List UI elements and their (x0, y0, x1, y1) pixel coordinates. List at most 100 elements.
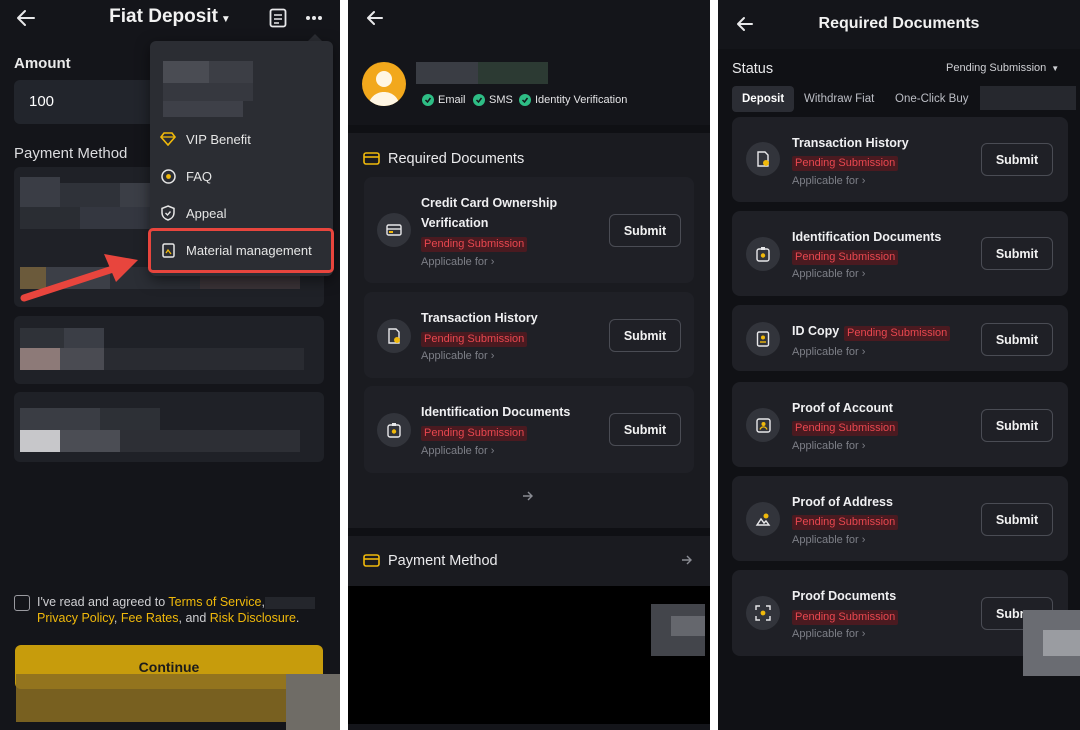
applicable-label: Applicable for (792, 175, 859, 187)
payment-method-option[interactable] (14, 392, 324, 462)
payment-method-label: Payment Method (14, 145, 128, 162)
submit-button[interactable]: Submit (981, 323, 1053, 356)
submit-button[interactable]: Submit (981, 237, 1053, 270)
status-badge-text: Pending Submission (792, 250, 899, 265)
menu-item-appeal[interactable]: Appeal (160, 200, 226, 226)
submit-button[interactable]: Submit (981, 409, 1053, 442)
applicable-for-link[interactable]: Applicable for › (792, 346, 865, 358)
status-label: Status (732, 61, 774, 77)
submit-label: Submit (623, 223, 667, 238)
status-badge: Pending Submission (792, 247, 899, 265)
agree-checkbox[interactable] (14, 595, 30, 611)
payment-method-option[interactable] (14, 316, 324, 384)
applicable-label: Applicable for (792, 534, 859, 546)
submit-label: Subr (996, 606, 1025, 621)
privacy-link[interactable]: Privacy Policy (37, 611, 114, 625)
document-title: Credit Card Ownership Verification (421, 193, 581, 233)
more-icon[interactable] (302, 8, 326, 28)
applicable-label: Applicable for (792, 628, 859, 640)
submit-label: Submit (623, 328, 667, 343)
arrow-right-icon (679, 552, 695, 568)
address-icon (746, 502, 780, 536)
fee-rates-link[interactable]: Fee Rates (121, 611, 179, 625)
submit-label: Submit (623, 422, 667, 437)
applicable-for-link[interactable]: Applicable for › (421, 256, 494, 268)
applicable-label: Applicable for (792, 346, 859, 358)
applicable-label: Applicable for (421, 256, 488, 268)
menu-item-label: Appeal (186, 205, 227, 221)
menu-item-vip-benefit[interactable]: VIP Benefit (160, 126, 251, 152)
tab-label: One-Click Buy (895, 93, 969, 105)
applicable-for-link[interactable]: Applicable for › (792, 175, 865, 187)
document-title: Identification Documents (792, 230, 942, 244)
submit-button[interactable]: Submit (981, 503, 1053, 536)
agreement-and: , and (178, 611, 210, 625)
check-icon (519, 94, 531, 106)
risk-disclosure-link[interactable]: Risk Disclosure (210, 611, 296, 625)
status-badge: Pending Submission (792, 607, 899, 625)
submit-label: Submit (995, 152, 1039, 167)
page-title-text: Fiat Deposit (109, 6, 218, 27)
caret-down-icon: ▼ (1051, 64, 1060, 73)
document-title: Identification Documents (421, 405, 571, 419)
status-filter[interactable]: Pending Submission ▼ (946, 62, 1059, 74)
submit-button[interactable]: Submit (609, 413, 681, 446)
status-badge-text: Pending Submission (792, 156, 899, 171)
card-icon (362, 552, 380, 568)
account-icon (746, 408, 780, 442)
applicable-for-link[interactable]: Applicable for › (792, 534, 865, 546)
page-title: Required Documents (818, 15, 980, 32)
back-arrow-icon[interactable] (364, 8, 386, 28)
applicable-for-link[interactable]: Applicable for › (421, 350, 494, 362)
document-title: Transaction History (792, 136, 909, 150)
sms-verified: SMS (473, 94, 513, 106)
submit-button[interactable]: Submit (609, 214, 681, 247)
card-icon (362, 150, 380, 166)
applicable-for-link[interactable]: Applicable for › (792, 628, 865, 640)
chevron-right-icon: › (861, 268, 866, 280)
tab-deposit[interactable]: Deposit (732, 86, 795, 112)
status-badge-text: Pending Submission (792, 421, 899, 436)
document-title: Transaction History (421, 311, 538, 325)
agreement-end: . (295, 611, 300, 625)
tab-withdraw-fiat[interactable]: Withdraw Fiat (804, 86, 874, 112)
page-title[interactable]: Fiat Deposit ▼ (0, 6, 340, 28)
applicable-for-link[interactable]: Applicable for › (792, 268, 865, 280)
status-badge: Pending Submission (792, 512, 899, 530)
chevron-right-icon: › (490, 445, 495, 457)
status-badge: Pending Submission (421, 423, 528, 441)
menu-item-label: VIP Benefit (186, 131, 251, 147)
redacted-area (671, 616, 705, 636)
chevron-right-icon: › (861, 346, 866, 358)
divider (348, 528, 710, 536)
identity-verified: Identity Verification (519, 94, 627, 106)
applicable-for-link[interactable]: Applicable for › (792, 440, 865, 452)
arrow-right-icon[interactable] (520, 488, 536, 504)
submit-button[interactable]: Submit (609, 319, 681, 352)
credit-card-icon (377, 213, 411, 247)
fiat-deposit-screen: Fiat Deposit▼ Amount 100 Payment Method (0, 0, 340, 730)
tab-label: Withdraw Fiat (804, 93, 875, 105)
orders-icon[interactable] (268, 8, 288, 28)
applicable-for-link[interactable]: Applicable for › (421, 445, 494, 457)
chevron-right-icon: › (861, 534, 866, 546)
terms-link[interactable]: Terms of Service (168, 595, 261, 609)
status-badge-text: Pending Submission (792, 610, 899, 625)
status-badge-text: Pending Submission (792, 515, 899, 530)
document-title: Proof of Account (792, 401, 893, 415)
status-badge-text: Pending Submission (421, 332, 528, 347)
menu-item-faq[interactable]: FAQ (160, 163, 212, 189)
email-verified: Email (422, 94, 466, 106)
tab-one-click-buy[interactable]: One-Click Buy (895, 86, 969, 112)
question-icon (160, 168, 176, 184)
check-icon (422, 94, 434, 106)
tab-label: Deposit (742, 93, 785, 105)
submit-button[interactable]: Submit (981, 143, 1053, 176)
redacted-area (16, 674, 286, 722)
verification-screen: Email SMS Identity Verification Required… (348, 0, 710, 730)
divider (348, 125, 710, 133)
agreement-prefix: I've read and agreed to (37, 595, 169, 609)
id-copy-icon (746, 322, 780, 356)
applicable-label: Applicable for (792, 440, 859, 452)
shield-icon (160, 205, 176, 221)
